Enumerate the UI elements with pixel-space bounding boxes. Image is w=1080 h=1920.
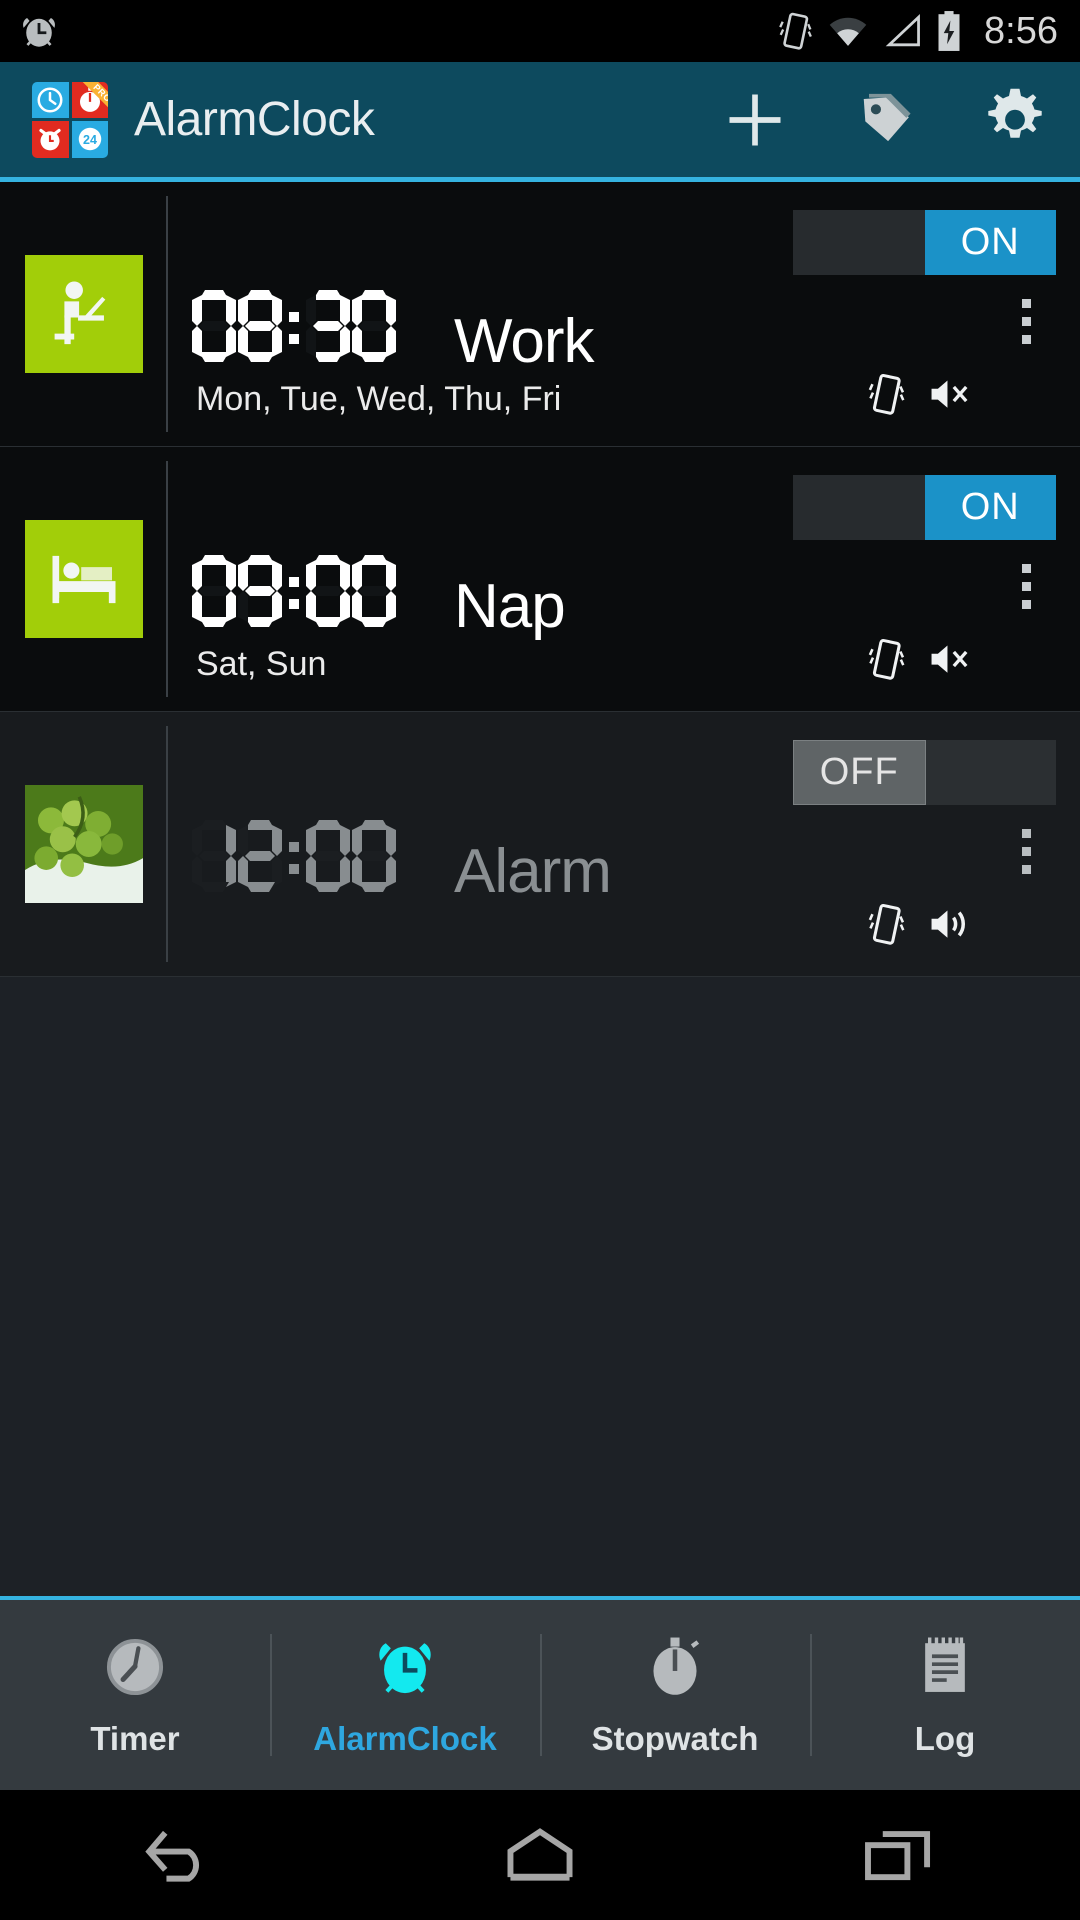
toggle-track-left xyxy=(793,210,925,275)
alarm-flag-icons xyxy=(866,902,974,951)
alarm-time-row: Nap xyxy=(192,555,1056,638)
toggle-state-label: OFF xyxy=(793,740,926,805)
volume-muted-icon xyxy=(928,374,974,419)
tab-label: Timer xyxy=(90,1719,180,1757)
table-row[interactable]: ON Work Mon, Tue, Wed, Thu, Fri xyxy=(0,182,1080,447)
table-row[interactable]: OFF Alarm xyxy=(0,712,1080,977)
alarm-days: Mon, Tue, Wed, Thu, Fri xyxy=(196,380,562,418)
vibrate-icon xyxy=(866,637,906,686)
alarm-days: Sat, Sun xyxy=(196,645,327,683)
toggle-track-left xyxy=(793,475,925,540)
alarm-clock-icon xyxy=(371,1633,439,1706)
home-button[interactable] xyxy=(450,1790,630,1920)
toggle-state-label: ON xyxy=(924,475,1056,540)
svg-text:24: 24 xyxy=(83,133,97,147)
icon-quadrant-timer xyxy=(32,81,69,118)
alarm-flag-icons xyxy=(866,637,974,686)
tab-label: Log xyxy=(914,1719,976,1757)
home-icon xyxy=(507,1828,573,1881)
vibrate-icon xyxy=(778,11,812,51)
alarm-content: OFF Alarm xyxy=(168,712,1080,976)
page-title: AlarmClock xyxy=(134,93,375,146)
alarm-toggle[interactable]: ON xyxy=(793,210,1056,275)
icon-quadrant-24h-clock: 24 xyxy=(71,121,108,158)
icon-quadrant-alarm xyxy=(32,121,69,158)
app-launcher-icon: PRO 24 xyxy=(32,81,108,158)
recents-icon xyxy=(865,1831,931,1881)
bottom-tab-bar: Timer AlarmClock Stopwatch Log xyxy=(0,1600,1080,1790)
status-bar: 8:56 xyxy=(0,0,1080,62)
status-bar-clock: 8:56 xyxy=(984,9,1058,52)
toggle-state-label: ON xyxy=(924,210,1056,275)
grapes-photo xyxy=(25,785,143,903)
alarm-label: Work xyxy=(454,307,595,376)
alarm-toggle[interactable]: ON xyxy=(793,475,1056,540)
vibrate-icon xyxy=(866,902,906,951)
table-row[interactable]: ON Nap Sat, Sun xyxy=(0,447,1080,712)
app-bar: PRO 24 AlarmClock xyxy=(0,62,1080,177)
alarm-time-row: Alarm xyxy=(192,820,1056,903)
alarm-thumbnail-cell xyxy=(0,712,168,976)
person-at-desk-icon xyxy=(25,255,143,373)
back-icon xyxy=(145,1830,200,1882)
timer-icon xyxy=(101,1633,169,1706)
alarm-time xyxy=(192,820,396,903)
overflow-menu-icon[interactable] xyxy=(996,286,1056,356)
alarm-time xyxy=(192,290,396,373)
battery-charging-icon xyxy=(936,10,962,52)
volume-muted-icon xyxy=(928,639,974,684)
overflow-menu-icon[interactable] xyxy=(996,551,1056,621)
settings-button[interactable] xyxy=(950,62,1080,177)
tag-button[interactable] xyxy=(820,62,950,177)
overflow-menu-icon[interactable] xyxy=(996,816,1056,886)
plus-icon xyxy=(729,94,781,145)
android-nav-bar xyxy=(0,1790,1080,1920)
tab-label: AlarmClock xyxy=(313,1719,497,1757)
status-bar-left-icons xyxy=(18,10,60,52)
volume-on-icon xyxy=(928,904,974,949)
tab-log[interactable]: Log xyxy=(810,1600,1080,1790)
back-button[interactable] xyxy=(90,1790,270,1920)
alarm-label: Alarm xyxy=(454,837,612,906)
tab-label: Stopwatch xyxy=(591,1719,759,1757)
alarm-content: ON Work Mon, Tue, Wed, Thu, Fri xyxy=(168,182,1080,446)
tag-icon xyxy=(863,93,911,141)
alarm-thumbnail-cell xyxy=(0,182,168,446)
add-alarm-button[interactable] xyxy=(690,62,820,177)
bed-icon xyxy=(25,520,143,638)
app-bar-actions xyxy=(690,62,1080,177)
tab-timer[interactable]: Timer xyxy=(0,1600,270,1790)
alarm-list: ON Work Mon, Tue, Wed, Thu, Fri ON Nap S… xyxy=(0,182,1080,1600)
alarm-toggle[interactable]: OFF xyxy=(793,740,1056,805)
wifi-icon xyxy=(826,13,870,49)
recents-button[interactable] xyxy=(810,1790,990,1920)
alarm-time xyxy=(192,555,396,638)
alarm-flag-icons xyxy=(866,372,974,421)
vibrate-icon xyxy=(866,372,906,421)
status-bar-right-icons: 8:56 xyxy=(778,10,1058,53)
alarm-clock-icon xyxy=(18,10,60,52)
tab-alarmclock[interactable]: AlarmClock xyxy=(270,1600,540,1790)
cell-signal-icon xyxy=(884,13,922,49)
gear-icon xyxy=(988,88,1042,138)
alarm-label: Nap xyxy=(454,572,566,641)
alarm-time-row: Work xyxy=(192,290,1056,373)
alarm-thumbnail-cell xyxy=(0,447,168,711)
app-screen: 8:56 PRO 24 AlarmClock ON Work Mon, Tue,… xyxy=(0,0,1080,1920)
icon-quadrant-stopwatch: PRO xyxy=(71,81,108,118)
notepad-icon xyxy=(911,1633,979,1706)
alarm-content: ON Nap Sat, Sun xyxy=(168,447,1080,711)
toggle-track-right xyxy=(926,740,1057,805)
stopwatch-icon xyxy=(641,1633,709,1706)
tab-stopwatch[interactable]: Stopwatch xyxy=(540,1600,810,1790)
